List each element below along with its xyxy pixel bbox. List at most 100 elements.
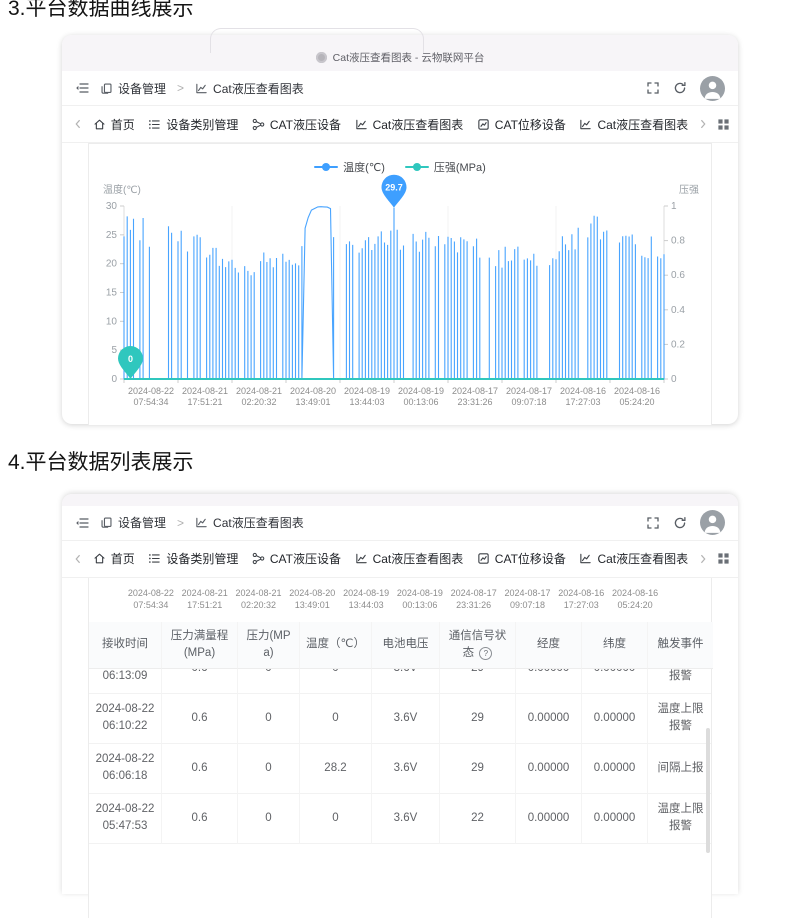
tabs-scroll-left-icon[interactable]	[70, 118, 86, 130]
column-header: 温度（℃）	[299, 622, 371, 669]
chart-card: 温度(℃)压强(MPa) 温度(℃)压强05101520253000.20.40…	[88, 143, 712, 426]
favicon-icon	[316, 52, 327, 63]
fullscreen-icon[interactable]	[646, 81, 660, 95]
platform-window-table: 设备管理 > Cat液压查看图表 首页设备类别管理 CAT液压设备 Cat液压查看图…	[62, 494, 738, 894]
tab-device-category-management[interactable]: 设备类别管理	[148, 550, 238, 567]
chart-icon	[579, 552, 592, 565]
table-row: 2024-08-22 06:10:220.6003.6V290.000000.0…	[89, 694, 711, 744]
legend-item[interactable]: 温度(℃)	[314, 159, 385, 175]
x-axis-label: 2024-08-2013:49:01	[285, 587, 339, 611]
table-cell: 0.6	[161, 669, 237, 694]
table-cell: 0.00000	[515, 669, 581, 694]
x-axis-label: 2024-08-1913:44:03	[339, 587, 393, 611]
table-row: 2024-08-22 06:13:090.6003.6V290.000000.0…	[89, 669, 711, 694]
column-header: 压力满量程(MPa)	[161, 622, 237, 669]
svg-text:2024-08-1723:31:26: 2024-08-1723:31:26	[452, 386, 498, 407]
tab-cat-hydraulic-chart-2[interactable]: Cat液压查看图表	[579, 550, 688, 567]
fullscreen-icon[interactable]	[646, 516, 660, 530]
section-heading-list: 4.平台数据列表展示	[8, 450, 800, 476]
nodes-icon	[252, 552, 265, 565]
column-header: 电池电压	[371, 622, 439, 669]
table-cell: 0.6	[161, 744, 237, 794]
x-axis-label: 2024-08-1900:13:06	[393, 587, 447, 611]
table-cell: 3.6V	[371, 694, 439, 744]
breadcrumb-separator: >	[177, 516, 184, 530]
header-actions	[646, 510, 725, 535]
vertical-scrollbar-thumb[interactable]	[706, 728, 710, 853]
svg-text:10: 10	[106, 317, 118, 328]
tab-cat-hydraulic-device[interactable]: CAT液压设备	[252, 550, 341, 567]
refresh-icon[interactable]	[673, 516, 687, 530]
column-header: 压力(MPa)	[237, 622, 299, 669]
tabs-scroll-right-icon[interactable]	[695, 553, 711, 565]
tab-cat-hydraulic-chart-2[interactable]: Cat液压查看图表	[579, 116, 688, 133]
breadcrumb-current[interactable]: Cat液压查看图表	[195, 80, 304, 97]
tab-home[interactable]: 首页	[93, 550, 135, 567]
signal-info-icon[interactable]: ?	[479, 647, 492, 660]
svg-text:15: 15	[106, 288, 118, 299]
tab-options-grid-icon[interactable]	[717, 118, 730, 131]
tab-cat-hydraulic-chart[interactable]: Cat液压查看图表	[355, 550, 464, 567]
table-cell: 29	[439, 669, 515, 694]
svg-text:2024-08-1913:44:03: 2024-08-1913:44:03	[344, 386, 390, 407]
table-cell: 2024-08-22 06:13:09	[89, 669, 161, 694]
table-cell: 温度上限报警	[647, 794, 711, 844]
home-icon	[93, 118, 106, 131]
table-cell: 0	[237, 744, 299, 794]
x-axis-label: 2024-08-2102:20:32	[232, 587, 286, 611]
chart-canvas[interactable]: 温度(℃)压强05101520253000.20.40.60.8129.7020…	[89, 180, 713, 425]
table-scroll-area[interactable]: 2024-08-2207:54:342024-08-2117:51:212024…	[88, 578, 712, 918]
table-body-viewport: 2024-08-22 06:13:090.6003.6V290.000000.0…	[89, 669, 711, 844]
breadcrumb-bar: 设备管理 > Cat液压查看图表	[62, 506, 738, 540]
refresh-icon[interactable]	[673, 81, 687, 95]
x-axis-label: 2024-08-2117:51:21	[178, 587, 232, 611]
tab-device-category-management[interactable]: 设备类别管理	[148, 116, 238, 133]
tab-cat-displacement-device[interactable]: CAT位移设备	[477, 550, 566, 567]
table-cell: 0.00000	[581, 694, 647, 744]
table-cell: 22	[439, 794, 515, 844]
table-row: 2024-08-22 06:06:180.6028.23.6V290.00000…	[89, 744, 711, 794]
header-actions	[646, 76, 725, 101]
window-title: Cat液压查看图表 - 云物联网平台	[333, 50, 485, 65]
tab-home[interactable]: 首页	[93, 116, 135, 133]
x-axis-label: 2024-08-1709:07:18	[501, 587, 555, 611]
collapse-sidebar-icon[interactable]	[75, 516, 89, 530]
table-cell: 0.6	[161, 794, 237, 844]
svg-text:2024-08-2207:54:34: 2024-08-2207:54:34	[128, 386, 174, 407]
table-cell: 2024-08-22 06:10:22	[89, 694, 161, 744]
breadcrumb-root[interactable]: 设备管理	[100, 80, 166, 97]
legend-item[interactable]: 压强(MPa)	[405, 159, 486, 175]
copy-icon	[100, 82, 113, 95]
legend-marker-icon	[314, 163, 338, 171]
tab-cat-hydraulic-device[interactable]: CAT液压设备	[252, 116, 341, 133]
svg-text:25: 25	[106, 230, 118, 241]
tab-options-grid-icon[interactable]	[717, 552, 730, 565]
legend-marker-icon	[405, 163, 429, 171]
chart-icon	[195, 82, 208, 95]
user-avatar[interactable]	[700, 510, 725, 535]
tab-cat-hydraulic-chart[interactable]: Cat液压查看图表	[355, 116, 464, 133]
breadcrumb-root[interactable]: 设备管理	[100, 514, 166, 531]
table-cell: 2024-08-22 06:06:18	[89, 744, 161, 794]
svg-text:29.7: 29.7	[385, 183, 403, 193]
user-avatar[interactable]	[700, 76, 725, 101]
tabs-scroll-left-icon[interactable]	[70, 553, 86, 565]
breadcrumb-current[interactable]: Cat液压查看图表	[195, 514, 304, 531]
tab-cat-displacement-device[interactable]: CAT位移设备	[477, 116, 566, 133]
svg-text:5: 5	[111, 345, 117, 356]
svg-text:2024-08-2102:20:32: 2024-08-2102:20:32	[236, 386, 282, 407]
nodes-icon	[252, 118, 265, 131]
column-header: 接收时间	[89, 622, 161, 669]
svg-text:0: 0	[671, 374, 677, 385]
x-axis-label: 2024-08-1617:27:03	[554, 587, 608, 611]
x-axis-label: 2024-08-2207:54:34	[124, 587, 178, 611]
collapse-sidebar-icon[interactable]	[75, 81, 89, 95]
svg-text:0: 0	[111, 374, 117, 385]
tabs-scroll-right-icon[interactable]	[695, 118, 711, 130]
svg-text:2024-08-1605:24:20: 2024-08-1605:24:20	[614, 386, 660, 407]
table-cell: 0	[299, 669, 371, 694]
chart-icon	[579, 118, 592, 131]
svg-text:0: 0	[128, 354, 133, 364]
nav-tabs-bar: 首页设备类别管理 CAT液压设备 Cat液压查看图表 CAT位移设备 Cat液压查看图表	[62, 540, 738, 578]
browser-chrome: Cat液压查看图表 - 云物联网平台	[62, 35, 738, 71]
